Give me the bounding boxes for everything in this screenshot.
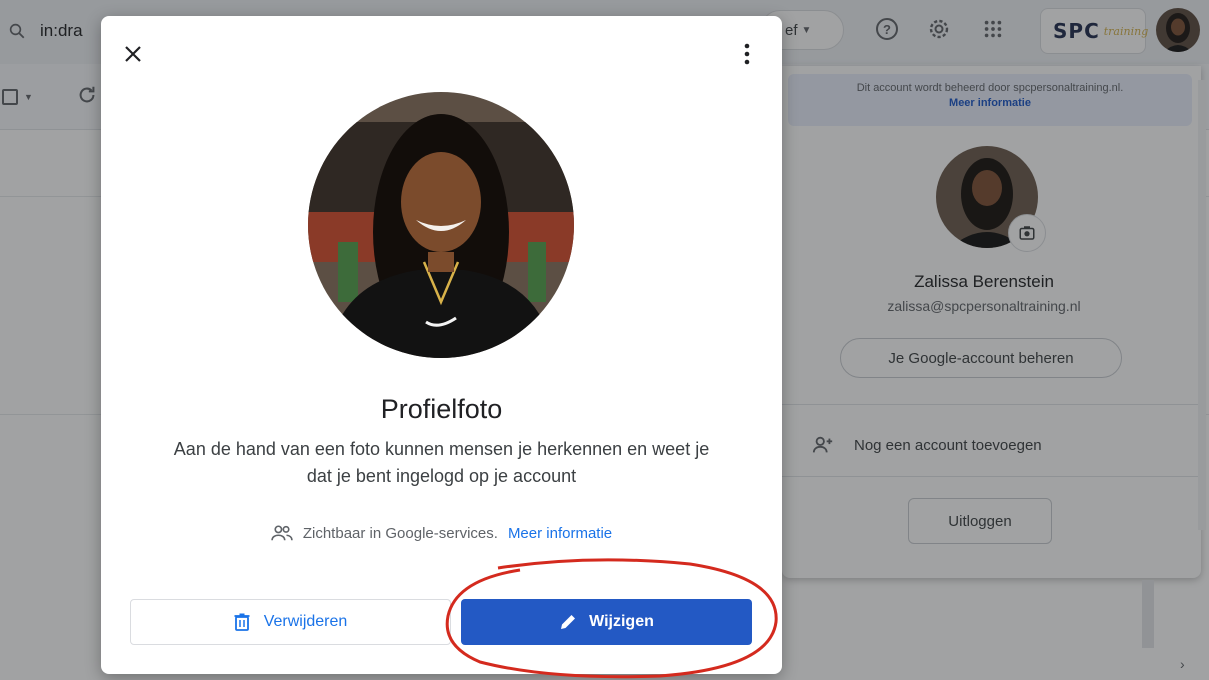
more-options-button[interactable] [735, 38, 759, 70]
people-icon [271, 525, 293, 541]
trash-icon [234, 613, 250, 631]
change-photo-label: Wijzigen [589, 613, 654, 630]
close-button[interactable] [117, 38, 149, 70]
remove-photo-button[interactable]: Verwijderen [130, 599, 451, 645]
profile-photo-dialog: Profielfoto Aan de hand van een foto kun… [101, 16, 782, 674]
more-vert-icon [744, 43, 750, 65]
profile-photo [308, 92, 574, 358]
close-icon [125, 46, 141, 62]
dialog-title: Profielfoto [380, 394, 503, 424]
visibility-text: Zichtbaar in Google-services. [302, 524, 498, 542]
visibility-more-info-link[interactable]: Meer informatie [508, 525, 612, 542]
change-photo-button[interactable]: Wijzigen [461, 599, 752, 645]
dialog-description: Aan de hand van een foto kunnen mensen j… [173, 439, 710, 486]
pencil-icon [561, 615, 576, 629]
visibility-note: Zichtbaar in Google-services. Meer infor… [101, 524, 782, 542]
remove-photo-label: Verwijderen [263, 613, 348, 630]
